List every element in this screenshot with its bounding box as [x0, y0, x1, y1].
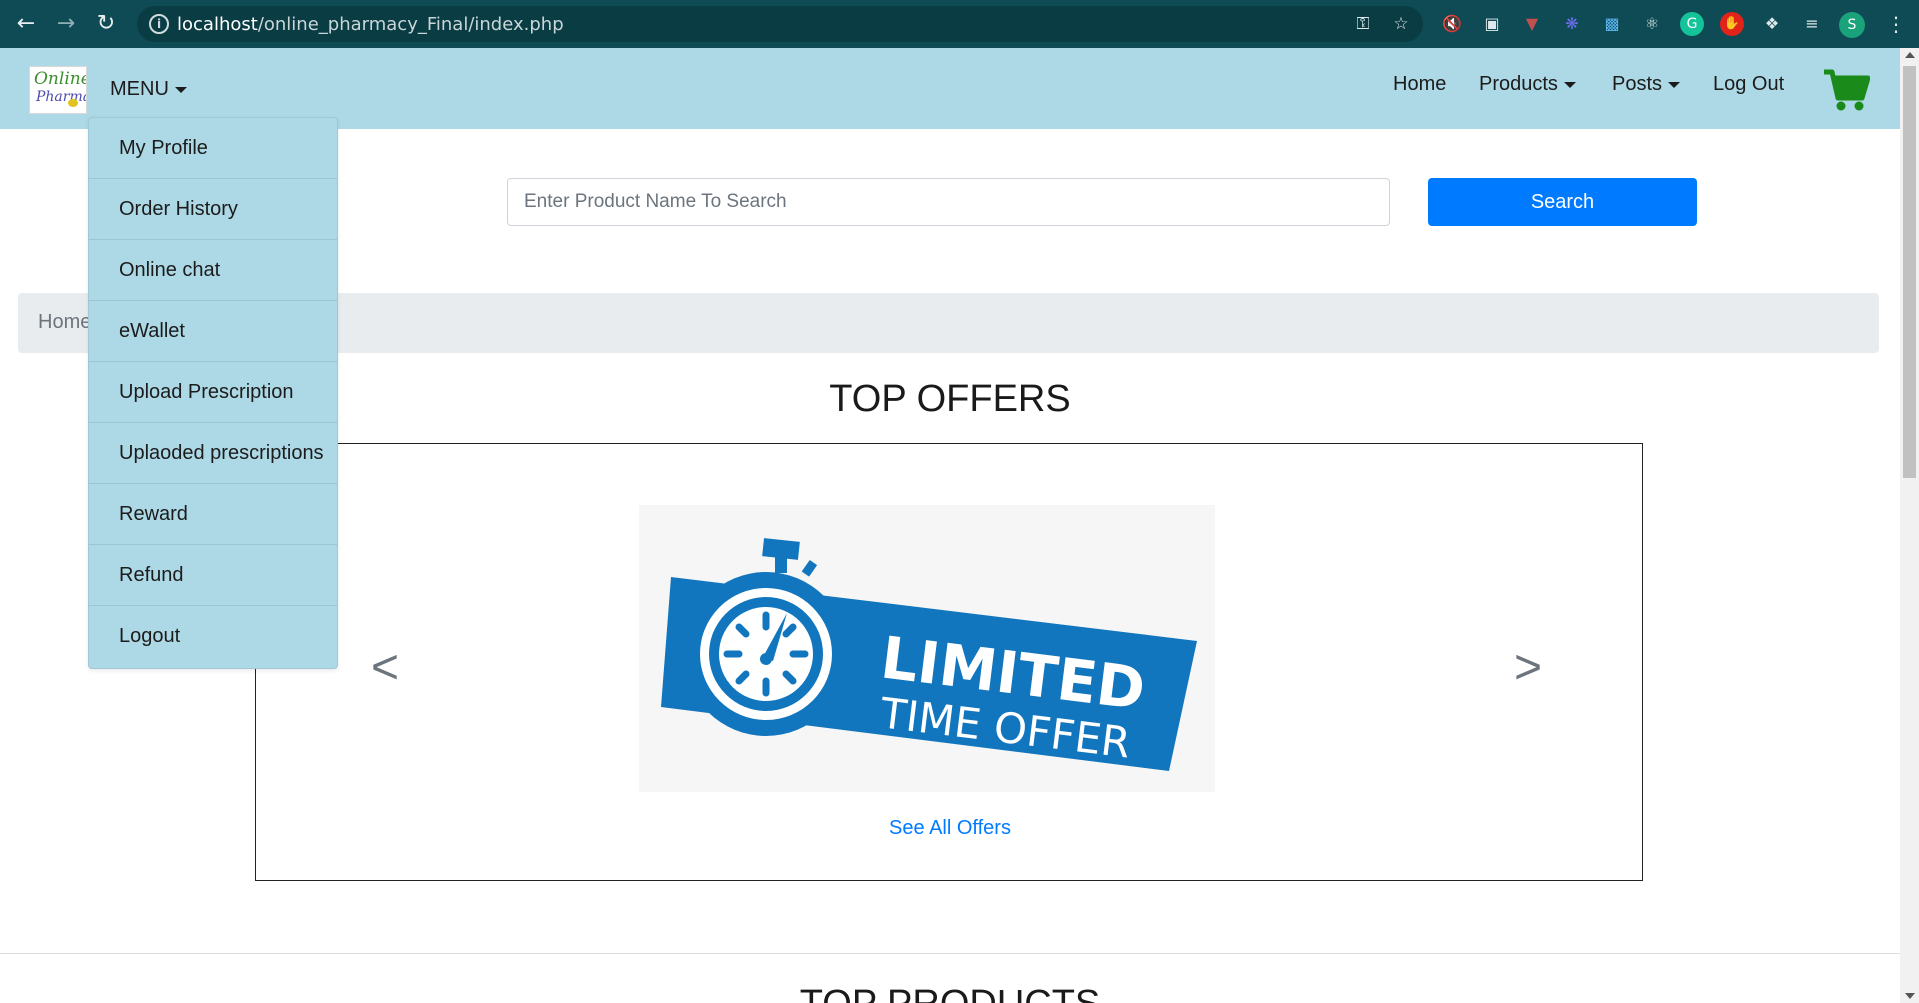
caret-down-icon — [1668, 81, 1681, 88]
section-divider — [0, 953, 1900, 954]
caret-down-icon — [174, 86, 187, 93]
mute-icon[interactable]: 🔇 — [1440, 12, 1464, 36]
scroll-down-icon[interactable] — [1905, 993, 1915, 999]
nav-posts-dropdown[interactable]: Posts — [1612, 73, 1681, 96]
page: Online Pharmacy MENU Home Products Posts… — [0, 48, 1900, 1003]
profile-avatar[interactable]: S — [1839, 12, 1865, 38]
key-icon[interactable]: ⚿ — [1353, 14, 1373, 34]
logo-text: Online — [34, 69, 87, 89]
product-search-input[interactable] — [507, 178, 1390, 226]
browser-menu-icon[interactable]: ⋮ — [1886, 12, 1906, 36]
nav-posts-label: Posts — [1612, 73, 1663, 95]
menu-item-online-chat[interactable]: Online chat — [89, 240, 337, 301]
menu-item-uploaded-prescriptions[interactable]: Uplaoded prescriptions — [89, 423, 337, 484]
offers-carousel: < > LIMITED TIME OFFER See All Offers — [255, 443, 1643, 881]
site-info-icon[interactable]: i — [149, 14, 169, 34]
menu-item-upload-prescription[interactable]: Upload Prescription — [89, 362, 337, 423]
site-logo[interactable]: Online Pharmacy — [29, 66, 87, 114]
menu-dropdown: My Profile Order History Online chat eWa… — [88, 117, 338, 669]
menu-label: MENU — [110, 78, 169, 100]
menu-item-ewallet[interactable]: eWallet — [89, 301, 337, 362]
top-products-heading: TOP PRODUCTS — [0, 983, 1900, 1003]
limited-time-offer-banner[interactable]: LIMITED TIME OFFER — [639, 505, 1215, 792]
reload-icon[interactable]: ↻ — [94, 12, 118, 36]
nav-products-label: Products — [1479, 73, 1558, 95]
breadcrumb-home[interactable]: Home — [38, 311, 91, 334]
shopping-cart-icon[interactable] — [1822, 68, 1870, 112]
nav-products-dropdown[interactable]: Products — [1479, 73, 1576, 96]
menu-dropdown-toggle[interactable]: MENU — [110, 78, 187, 101]
download-extension-icon[interactable]: ▼ — [1520, 12, 1544, 36]
logo-mark — [68, 99, 78, 107]
forward-icon[interactable]: → — [54, 12, 78, 36]
camera-icon[interactable]: ▣ — [1480, 12, 1504, 36]
snowflake-extension-icon[interactable]: ❋ — [1560, 12, 1584, 36]
screenshot-extension-icon[interactable]: ▩ — [1600, 12, 1624, 36]
menu-item-refund[interactable]: Refund — [89, 545, 337, 606]
url-text[interactable]: localhost/online_pharmacy_Final/index.ph… — [177, 14, 564, 35]
logo-text: Pharmacy — [36, 89, 86, 105]
caret-down-icon — [1563, 81, 1576, 88]
see-all-offers-link[interactable]: See All Offers — [256, 817, 1644, 840]
address-bar[interactable]: i localhost/online_pharmacy_Final/index.… — [137, 6, 1423, 42]
carousel-prev-button[interactable]: < — [371, 644, 399, 692]
scrollbar-thumb[interactable] — [1903, 66, 1916, 478]
offer-banner-graphic: LIMITED TIME OFFER — [661, 538, 1197, 771]
browser-toolbar: ← → ↻ i localhost/online_pharmacy_Final/… — [0, 0, 1919, 48]
scroll-up-icon[interactable] — [1905, 52, 1915, 58]
page-scrollbar[interactable] — [1900, 48, 1919, 1003]
extensions-puzzle-icon[interactable]: ❖ — [1760, 12, 1784, 36]
media-control-icon[interactable]: ≡ — [1800, 12, 1824, 36]
menu-item-order-history[interactable]: Order History — [89, 179, 337, 240]
carousel-next-button[interactable]: > — [1514, 644, 1542, 692]
menu-item-logout[interactable]: Logout — [89, 606, 337, 667]
back-icon[interactable]: ← — [14, 12, 38, 36]
nav-logout-link[interactable]: Log Out — [1713, 73, 1784, 96]
react-extension-icon[interactable]: ⚛ — [1640, 12, 1664, 36]
menu-item-reward[interactable]: Reward — [89, 484, 337, 545]
nav-home-link[interactable]: Home — [1393, 73, 1446, 96]
star-icon[interactable]: ☆ — [1391, 14, 1411, 34]
search-button[interactable]: Search — [1428, 178, 1697, 226]
adblock-extension-icon[interactable]: ✋ — [1720, 12, 1744, 36]
menu-item-my-profile[interactable]: My Profile — [89, 118, 337, 179]
grammarly-extension-icon[interactable]: G — [1680, 12, 1704, 36]
